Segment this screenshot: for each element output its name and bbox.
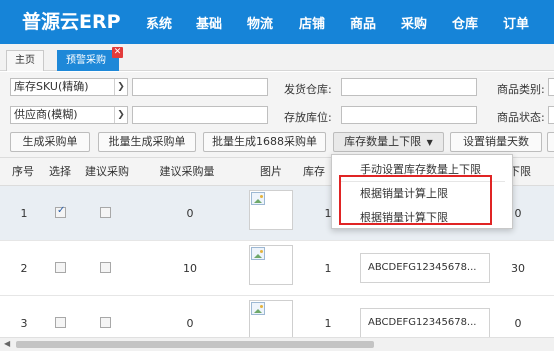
sku-input[interactable] [132,78,268,96]
row-stock: 1 [324,262,332,275]
top-nav-bar: 普源云ERP 系统 基础 物流 店铺 商品 采购 仓库 订单 [0,0,554,44]
broken-image-icon [251,247,265,260]
storage-location-label: 存放库位: [284,111,332,124]
row-lower-limit: 30 [511,262,525,275]
supplier-input[interactable] [132,106,268,124]
row-index: 2 [20,262,28,275]
supplier-mode-select[interactable]: 供应商(模糊) ❯ [10,106,128,124]
tab-home[interactable]: 主页 [6,50,44,71]
row-suggest-qty: 0 [186,207,194,220]
ship-warehouse-select[interactable] [341,78,477,96]
nav-item-logistics[interactable]: 物流 [247,13,273,32]
more-button[interactable] [547,132,554,152]
product-image [249,300,293,337]
set-sales-days-button[interactable]: 设置销量天数 [450,132,542,152]
scrollbar-thumb[interactable] [16,341,374,348]
tab-bar: 主页 预警采购 ✕ [0,44,554,71]
app-brand: 普源云ERP [22,11,121,33]
row-suggest-qty: 10 [183,262,197,275]
header-suggest-qty: 建议采购量 [159,165,215,178]
nav-item-product[interactable]: 商品 [350,13,376,32]
row-select-checkbox[interactable] [55,205,66,218]
sku-mode-select[interactable]: 库存SKU(精确) ❯ [10,78,128,96]
tab-warning-purchase-label: 预警采购 [66,55,106,66]
supplier-mode-value: 供应商(模糊) [14,108,78,121]
row-index: 3 [20,317,28,330]
nav-item-warehouse[interactable]: 仓库 [452,13,478,32]
row-index: 1 [20,207,28,220]
table-row[interactable]: 2 10 1 ABCDEFG12345678... 30 [0,241,554,296]
close-icon[interactable]: ✕ [112,47,123,58]
nav-item-orders[interactable]: 订单 [503,13,529,32]
header-image: 图片 [260,165,282,178]
header-select: 选择 [49,165,71,178]
nav-item-system[interactable]: 系统 [146,13,172,32]
erp-page: 普源云ERP 系统 基础 物流 店铺 商品 采购 仓库 订单 主页 预警采购 ✕… [0,0,554,362]
chevron-down-icon: ❯ [114,107,127,123]
horizontal-scrollbar[interactable]: ◀ [0,337,554,351]
product-status-select[interactable] [548,106,554,124]
nav-item-purchase[interactable]: 采购 [401,13,427,32]
row-sku: ABCDEFG12345678... [360,308,490,337]
product-category-select[interactable] [548,78,554,96]
row-suggest-checkbox[interactable] [100,207,111,218]
sku-mode-value: 库存SKU(精确) [14,80,89,93]
row-suggest-qty: 0 [186,317,194,330]
stock-limits-dropdown-button[interactable]: 库存数量上下限 ▼ [333,132,444,152]
ship-warehouse-label: 发货仓库: [284,83,332,96]
filter-panel: 库存SKU(精确) ❯ 发货仓库: 商品类别: 供应商(模糊) ❯ 存放库位: … [0,72,554,157]
product-status-label: 商品状态: [497,111,545,124]
table-row[interactable]: 3 0 1 ABCDEFG12345678... 0 [0,296,554,337]
row-select-checkbox[interactable] [55,262,66,273]
nav-item-store[interactable]: 店铺 [299,13,325,32]
tab-warning-purchase[interactable]: 预警采购 ✕ [57,47,123,71]
broken-image-icon [251,192,265,205]
header-index: 序号 [12,165,34,178]
storage-location-input[interactable] [341,106,477,124]
batch-generate-1688-button[interactable]: 批量生成1688采购单 [203,132,326,152]
row-stock: 1 [324,317,332,330]
scroll-left-icon[interactable]: ◀ [4,339,10,348]
product-image [249,190,293,230]
row-lower-limit: 0 [514,317,522,330]
broken-image-icon [251,302,265,315]
row-suggest-checkbox[interactable] [100,317,111,328]
highlight-box [339,175,492,225]
row-sku: ABCDEFG12345678... [360,253,490,283]
generate-po-button[interactable]: 生成采购单 [10,132,90,152]
row-select-checkbox[interactable] [55,317,66,328]
batch-generate-po-button[interactable]: 批量生成采购单 [98,132,196,152]
caret-down-icon: ▼ [426,138,433,147]
row-suggest-checkbox[interactable] [100,262,111,273]
stock-limits-label: 库存数量上下限 [344,135,422,148]
product-image [249,245,293,285]
nav-item-basic[interactable]: 基础 [196,13,222,32]
chevron-down-icon: ❯ [114,79,127,95]
product-category-label: 商品类别: [497,83,545,96]
header-suggest: 建议采购 [85,165,129,178]
